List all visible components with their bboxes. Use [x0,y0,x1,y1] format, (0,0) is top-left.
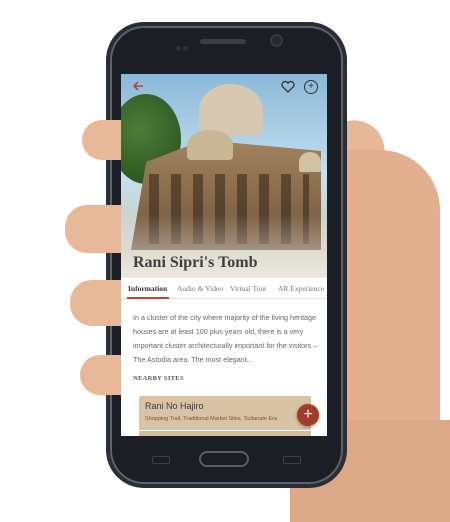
nearby-site-card[interactable] [139,431,311,436]
nearby-site-card[interactable]: Rani No Hajiro Shopping Trail, Tradition… [139,396,311,430]
active-tab-indicator [127,297,169,299]
sensor-dots [176,38,194,51]
back-key[interactable] [283,456,301,464]
description-text: In a cluster of the city where majority … [133,313,318,364]
nearby-site-tags: Shopping Trail, Traditional Market Sites… [145,416,278,422]
dome-shape [299,152,321,172]
add-fab-button[interactable]: + [297,404,319,426]
arrow-left-icon[interactable] [131,79,145,93]
recents-key[interactable] [152,456,170,464]
tab-bar: Information Audio & Video Virtual Tour A… [121,280,327,299]
earpiece-speaker [200,39,246,44]
tab-virtual-tour[interactable]: Virtual Tour [230,284,267,293]
heart-icon[interactable] [281,80,295,94]
front-camera [272,36,281,45]
app-screen: + Rani Sipri's Tomb Information Audio & … [121,74,327,436]
nearby-site-name: Rani No Hajiro [145,401,204,411]
dome-shape [187,130,233,160]
home-button[interactable] [199,451,249,467]
hero-image [121,74,327,278]
tab-information[interactable]: Information [128,284,167,293]
page-title: Rani Sipri's Tomb [133,254,258,271]
tab-audio-video[interactable]: Audio & Video [177,284,223,293]
nearby-heading: NEARBY SITES [133,375,184,382]
plus-circle-icon[interactable]: + [304,80,318,94]
top-bar: + [121,74,327,100]
tab-ar-experience[interactable]: AR Experience [278,284,324,293]
